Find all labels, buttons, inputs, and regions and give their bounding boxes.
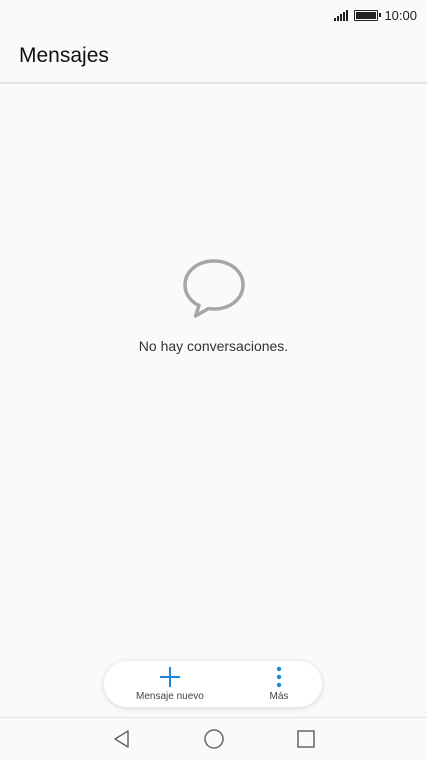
- status-bar: 10:00: [0, 0, 427, 30]
- signal-icon: [334, 9, 349, 21]
- system-nav-bar: [0, 717, 427, 760]
- recents-square-icon: [296, 730, 315, 748]
- page-title: Mensajes: [19, 44, 109, 67]
- more-button[interactable]: Más: [268, 666, 290, 702]
- back-button[interactable]: [110, 727, 134, 751]
- home-button[interactable]: [202, 727, 226, 751]
- empty-state-text: No hay conversaciones.: [138, 338, 289, 354]
- new-message-button[interactable]: Mensaje nuevo: [136, 666, 204, 702]
- home-circle-icon: [203, 729, 224, 749]
- plus-icon: [159, 667, 180, 687]
- empty-state: No hay conversaciones.: [0, 258, 427, 354]
- more-label: Más: [269, 691, 289, 702]
- recents-button[interactable]: [294, 727, 318, 751]
- chat-bubble-icon: [182, 259, 245, 318]
- app-bar: Mensajes: [0, 30, 427, 84]
- battery-icon: [354, 9, 382, 21]
- status-time: 10:00: [384, 7, 417, 23]
- more-vertical-icon: [276, 666, 282, 688]
- back-triangle-icon: [113, 730, 129, 748]
- bottom-action-bar: Mensaje nuevo Más: [104, 661, 322, 707]
- new-message-label: Mensaje nuevo: [136, 691, 204, 702]
